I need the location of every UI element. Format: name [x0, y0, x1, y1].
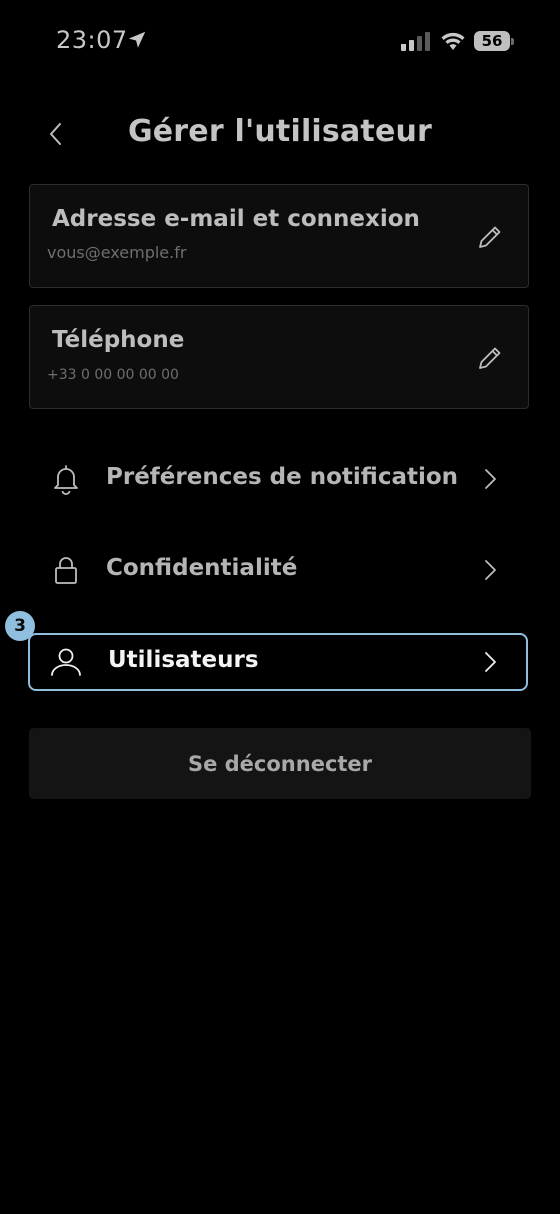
- email-card[interactable]: Adresse e-mail et connexion vous@exemple…: [29, 184, 529, 288]
- location-arrow-icon: [128, 31, 146, 48]
- phone-card[interactable]: Téléphone +33 0 00 00 00 00: [29, 305, 529, 409]
- status-time: 23:07: [56, 26, 128, 54]
- bell-icon: [54, 465, 78, 495]
- menu-item-label: Confidentialité: [106, 555, 298, 581]
- chevron-right-icon: [485, 560, 496, 580]
- email-card-title: Adresse e-mail et connexion: [52, 206, 420, 232]
- battery-nub: [511, 38, 514, 45]
- menu-item-privacy[interactable]: Confidentialité: [28, 541, 528, 599]
- lock-icon: [55, 557, 77, 584]
- battery-icon: 56: [474, 31, 510, 51]
- phone-card-title: Téléphone: [52, 327, 185, 353]
- chevron-right-icon: [485, 469, 496, 489]
- logout-label: Se déconnecter: [187, 751, 373, 776]
- wifi-icon: [441, 32, 465, 50]
- menu-item-notifications[interactable]: Préférences de notification: [28, 450, 528, 508]
- nav-header: Gérer l'utilisateur: [0, 100, 560, 170]
- user-icon: [51, 648, 81, 676]
- logout-button[interactable]: Se déconnecter: [29, 728, 531, 799]
- email-value: vous@exemple.fr: [47, 243, 187, 262]
- pencil-icon[interactable]: [476, 344, 504, 372]
- menu-item-users[interactable]: Utilisateurs: [28, 633, 528, 691]
- page-title: Gérer l'utilisateur: [127, 114, 433, 149]
- cellular-signal-icon: [401, 32, 430, 51]
- chevron-right-icon: [485, 652, 496, 672]
- menu-item-label: Préférences de notification: [106, 464, 459, 490]
- step-badge: 3: [5, 611, 35, 641]
- menu-item-label: Utilisateurs: [108, 647, 259, 673]
- pencil-icon[interactable]: [476, 223, 504, 251]
- status-bar: 23:07 56: [0, 0, 560, 84]
- phone-value: +33 0 00 00 00 00: [47, 367, 179, 383]
